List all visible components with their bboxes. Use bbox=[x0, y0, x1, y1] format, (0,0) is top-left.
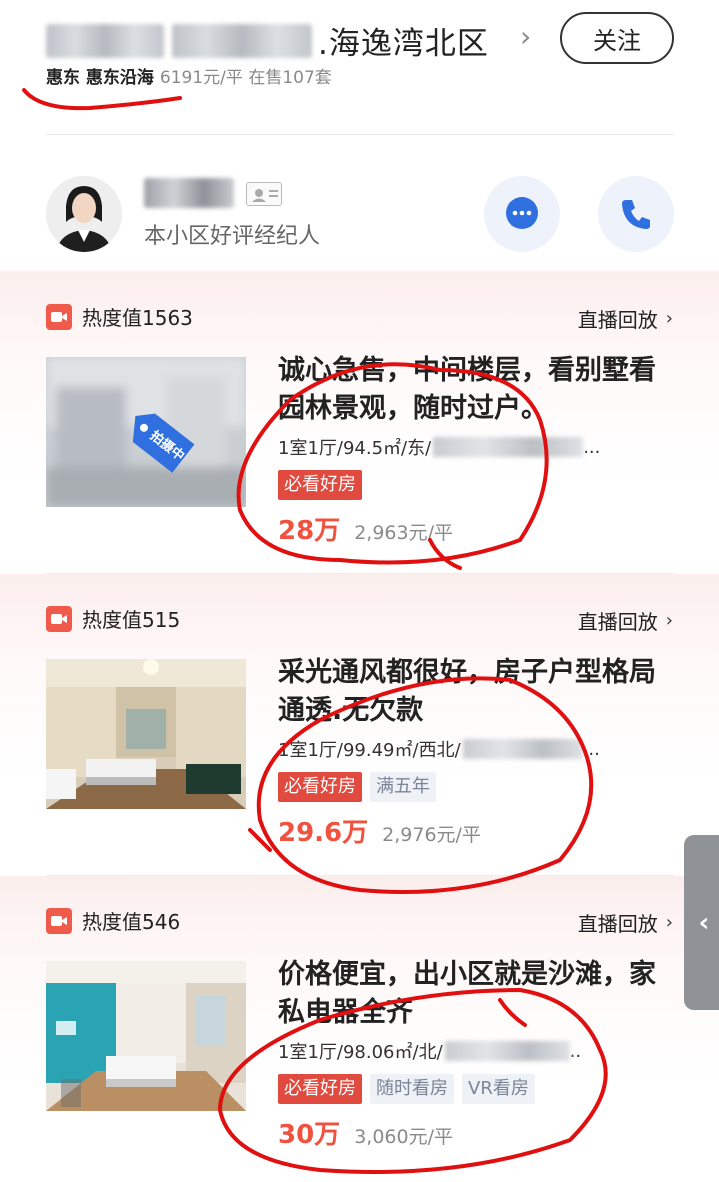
blurred-spec bbox=[433, 437, 584, 457]
total-price: 29.6万 bbox=[278, 818, 369, 848]
listing-card[interactable]: 热度值515 直播回放 › 采光通风都很好，房子户型格局通透.无欠款 1室1厅/… bbox=[0, 574, 719, 876]
listing-spec-text: 1室1厅/98.06㎡/北/ bbox=[278, 1042, 443, 1063]
listing-title: 诚心急售，中间楼层，看别墅看园林景观，随时过户。 bbox=[278, 355, 656, 424]
tag-viewing-anytime: 随时看房 bbox=[370, 1074, 454, 1104]
price-row: 28万 2,963元/平 bbox=[278, 510, 678, 547]
listing-info: 价格便宜，出小区就是沙滩，家私电器全齐 1室1厅/98.06㎡/北/ .. 必看… bbox=[278, 956, 678, 1151]
heat-value: 热度值546 bbox=[82, 910, 181, 934]
community-header: .海逸湾北区 › 关注 惠东 惠东沿海 6191元/平 在售107套 bbox=[0, 0, 719, 136]
listing-spec-text: 1室1厅/99.49㎡/西北/ bbox=[278, 740, 461, 761]
agent-name-blurred bbox=[144, 178, 234, 208]
community-title-text: .海逸湾北区 bbox=[318, 26, 489, 62]
community-meta: 6191元/平 在售107套 bbox=[159, 68, 332, 88]
divider bbox=[46, 134, 674, 135]
blurred-spec bbox=[444, 1041, 570, 1061]
video-camera-icon bbox=[46, 907, 72, 934]
agent-label: 本小区好评经纪人 bbox=[144, 224, 321, 249]
listing-info: 采光通风都很好，房子户型格局通透.无欠款 1室1厅/99.49㎡/西北/ ...… bbox=[278, 654, 678, 849]
agent-section: 本小区好评经纪人 bbox=[0, 150, 719, 270]
chevron-right-icon: › bbox=[665, 610, 673, 631]
heat-value: 热度值515 bbox=[82, 608, 181, 632]
follow-button[interactable]: 关注 bbox=[560, 12, 674, 64]
listing-thumbnail[interactable] bbox=[46, 659, 246, 809]
area-label: 惠东 惠东沿海 bbox=[46, 68, 154, 88]
live-replay-link[interactable]: 直播回放 › bbox=[578, 304, 673, 333]
live-replay-label: 直播回放 bbox=[577, 308, 658, 332]
listing-thumbnail[interactable]: 拍摄中 bbox=[46, 357, 246, 507]
id-card-icon bbox=[246, 182, 282, 206]
listing-info: 诚心急售，中间楼层，看别墅看园林景观，随时过户。 1室1厅/94.5㎡/东/ .… bbox=[278, 352, 678, 547]
listing-spec-text: 1室1厅/94.5㎡/东/ bbox=[278, 438, 432, 459]
phone-button[interactable] bbox=[598, 176, 674, 252]
tag-must-see: 必看好房 bbox=[278, 470, 362, 500]
heat-indicator: 热度值1563 bbox=[46, 302, 193, 331]
heat-indicator: 热度值515 bbox=[46, 604, 180, 633]
price-row: 29.6万 2,976元/平 bbox=[278, 812, 678, 849]
chat-bubble-icon bbox=[506, 197, 538, 229]
total-price: 28万 bbox=[278, 516, 341, 546]
live-replay-label: 直播回放 bbox=[577, 610, 658, 634]
heat-indicator: 热度值546 bbox=[46, 906, 180, 935]
community-subinfo: 惠东 惠东沿海 6191元/平 在售107套 bbox=[46, 63, 332, 88]
listing-spec: 1室1厅/99.49㎡/西北/ ... bbox=[278, 736, 678, 762]
blurred-title-part bbox=[172, 23, 312, 58]
unit-price: 2,963元/平 bbox=[354, 522, 453, 544]
agent-avatar[interactable] bbox=[46, 176, 122, 252]
live-replay-link[interactable]: 直播回放 › bbox=[578, 908, 673, 937]
unit-price: 3,060元/平 bbox=[354, 1126, 453, 1148]
blurred-title-part bbox=[46, 23, 164, 58]
video-camera-icon bbox=[46, 303, 72, 330]
listing-spec: 1室1厅/98.06㎡/北/ .. bbox=[278, 1038, 678, 1064]
tag-must-see: 必看好房 bbox=[278, 1074, 362, 1104]
unit-price: 2,976元/平 bbox=[382, 824, 481, 846]
chevron-left-icon: ‹ bbox=[698, 907, 710, 938]
chevron-right-icon: › bbox=[665, 308, 673, 329]
chevron-right-icon: › bbox=[665, 912, 673, 933]
tag-must-see: 必看好房 bbox=[278, 772, 362, 802]
total-price: 30万 bbox=[278, 1120, 341, 1150]
tag-list: 必看好房 随时看房 VR看房 bbox=[278, 1074, 678, 1104]
video-camera-icon bbox=[46, 605, 72, 632]
phone-icon bbox=[622, 200, 650, 229]
listing-card[interactable]: 热度值1563 直播回放 › 拍摄中 诚心急售，中间楼层，看别墅看园林景观，随时… bbox=[0, 272, 719, 574]
side-drawer-tab[interactable]: ‹ bbox=[684, 835, 719, 1010]
blurred-spec bbox=[462, 739, 583, 759]
listing-card[interactable]: 热度值546 直播回放 › 价格便宜，出小区就是沙滩，家私电器全齐 1室1厅/9… bbox=[0, 876, 719, 1178]
price-row: 30万 3,060元/平 bbox=[278, 1114, 678, 1151]
listing-title: 价格便宜，出小区就是沙滩，家私电器全齐 bbox=[278, 959, 656, 1028]
tag-list: 必看好房 bbox=[278, 470, 678, 500]
tag-list: 必看好房 满五年 bbox=[278, 772, 678, 802]
listing-thumbnail[interactable] bbox=[46, 961, 246, 1111]
listing-spec: 1室1厅/94.5㎡/东/ ... bbox=[278, 434, 678, 460]
community-title[interactable]: .海逸湾北区 bbox=[46, 18, 489, 63]
chat-button[interactable] bbox=[484, 176, 560, 252]
chevron-right-icon[interactable]: › bbox=[520, 20, 531, 53]
tag-five-years: 满五年 bbox=[370, 772, 436, 802]
listing-title: 采光通风都很好，房子户型格局通透.无欠款 bbox=[278, 657, 656, 726]
live-replay-link[interactable]: 直播回放 › bbox=[578, 606, 673, 635]
live-replay-label: 直播回放 bbox=[577, 912, 658, 936]
tag-vr-viewing: VR看房 bbox=[462, 1074, 535, 1104]
heat-value: 热度值1563 bbox=[82, 306, 193, 330]
